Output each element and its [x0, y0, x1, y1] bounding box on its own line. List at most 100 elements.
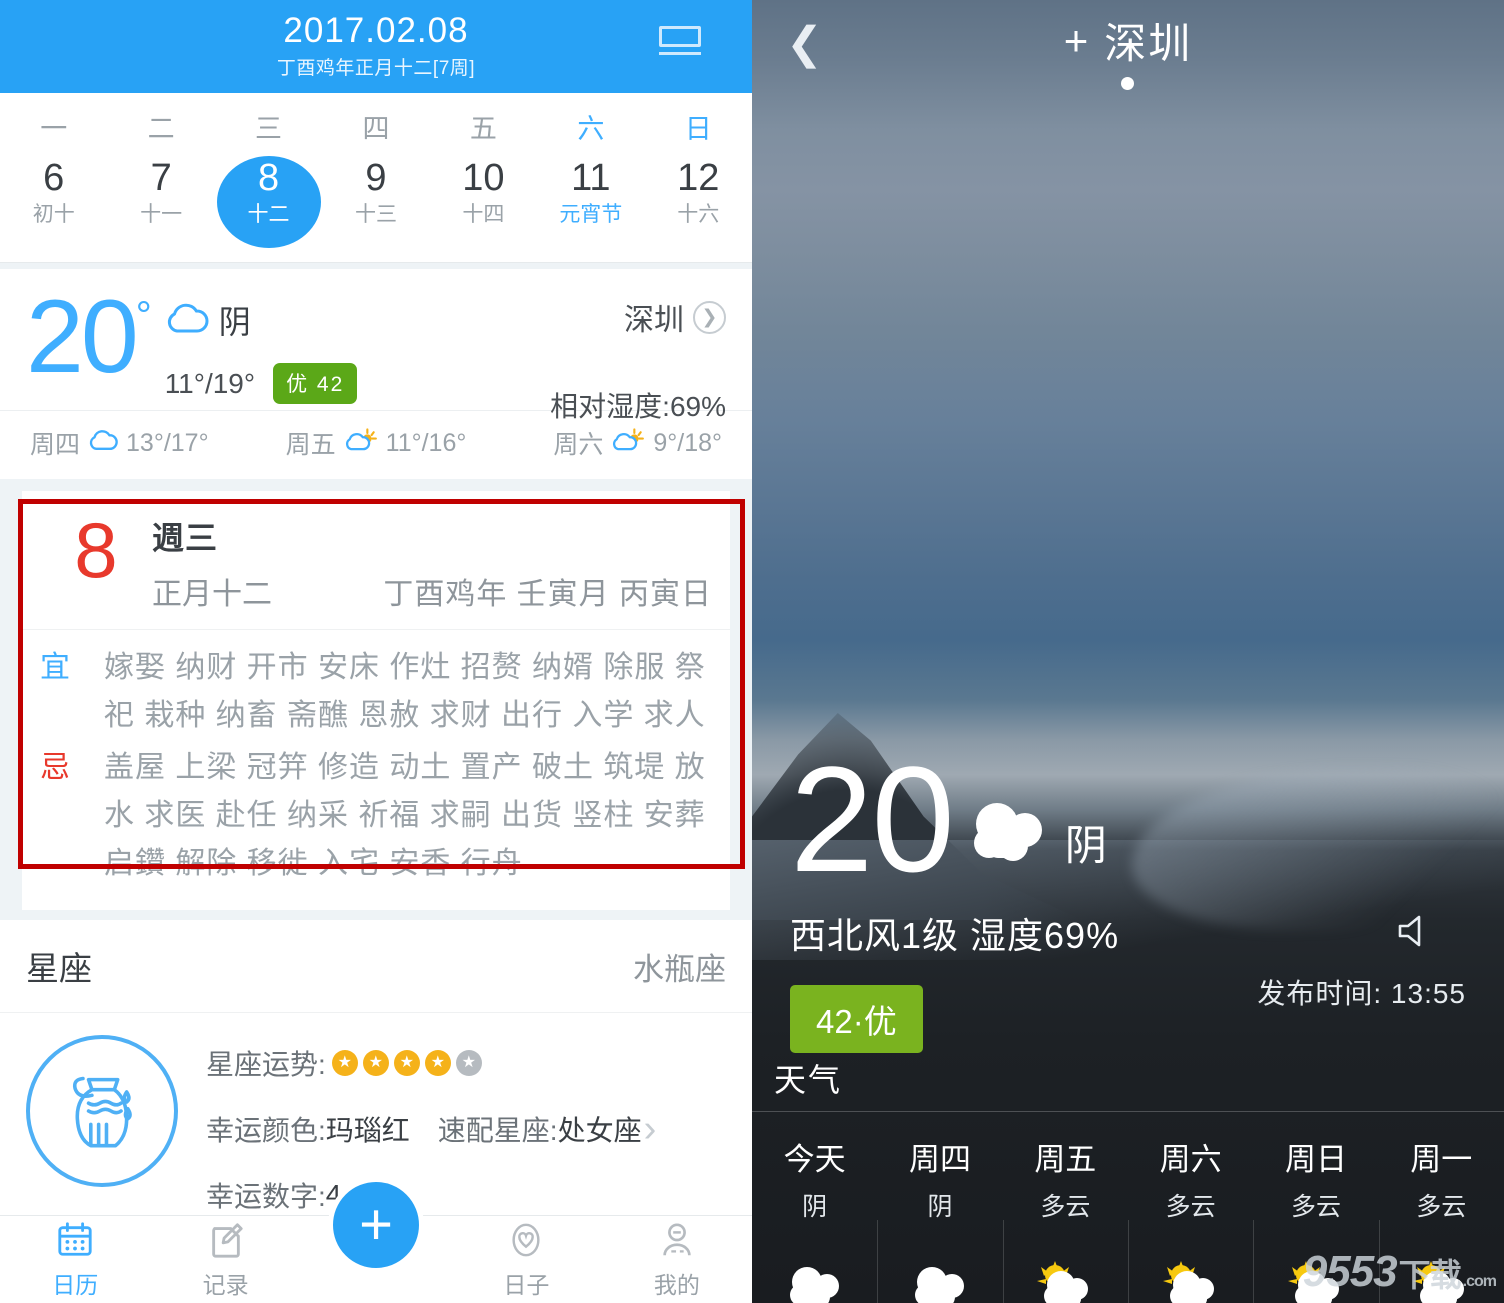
page-title: 2017.02.08	[283, 10, 469, 50]
forecast-day-name: 周一	[1410, 1142, 1473, 1177]
star-rating: ★ ★ ★ ★ ★	[331, 1050, 482, 1076]
weather-app-panel: ❮ + 深圳 20 阴 西北风1级 湿度69% 42·优 发布时间: 13:55…	[752, 0, 1504, 1303]
horoscope-fortune-row: 星座运势: ★ ★ ★ ★ ★	[206, 1043, 656, 1083]
forecast-day-name: 周日	[1284, 1142, 1347, 1177]
heart-icon	[451, 1220, 601, 1260]
almanac-day-number: 8	[74, 506, 118, 594]
day-cell[interactable]: 6 初十	[0, 156, 107, 248]
day-cell[interactable]: 7 十一	[107, 156, 214, 248]
cloudy-icon	[877, 1249, 1002, 1303]
calendar-icon	[0, 1220, 150, 1260]
weather-condition: 阴	[1064, 822, 1107, 869]
day-cell[interactable]: 12 十六	[645, 156, 752, 248]
weather-detail: 西北风1级 湿度69%	[790, 915, 1120, 956]
day-cell[interactable]: 9 十三	[322, 156, 429, 248]
lucky-color-label: 幸运颜色:	[206, 1115, 326, 1146]
cloudy-icon	[752, 1249, 877, 1303]
humidity-text: 相对湿度:69%	[550, 391, 726, 422]
forecast-day-cond: 多云	[1165, 1193, 1216, 1221]
add-event-fab-button[interactable]: +	[328, 1177, 424, 1273]
forecast-item: 周六 9°/18°	[491, 425, 722, 461]
weather-condition: 阴	[218, 304, 251, 340]
day-cell-selected[interactable]: 8 十二	[215, 156, 322, 248]
tab-mine[interactable]: 我的	[602, 1220, 752, 1300]
calendar-header: 2017.02.08 丁酉鸡年正月十二[7周]	[0, 0, 752, 93]
speaker-icon[interactable]	[1392, 910, 1434, 957]
almanac-yi-row: 宜 嫁娶 纳财 开市 安床 作灶 招赘 纳婿 除服 祭祀 栽种 纳畜 斋醮 恩赦…	[40, 644, 712, 740]
chevron-right-icon[interactable]: ❯	[693, 300, 726, 334]
watermark-sub: 下载	[1398, 1257, 1462, 1293]
weekday-label: 日	[684, 114, 712, 144]
current-weather-block: 20 阴 西北风1级 湿度69% 42·优	[790, 735, 1120, 1053]
forecast-temp: 13°/17°	[126, 428, 209, 457]
match-sign-label: 速配星座:	[437, 1115, 558, 1146]
forecast-day-cond: 多云	[1290, 1193, 1341, 1221]
forecast-day: 周五	[285, 431, 336, 459]
weekday-label: 二	[147, 114, 175, 144]
day-lunar: 十二	[247, 203, 290, 226]
forecast-day-item[interactable]: 周五 多云	[1002, 1134, 1128, 1303]
day-lunar: 初十	[32, 203, 75, 226]
star-icon-filled: ★	[362, 1050, 389, 1076]
day-lunar: 十三	[354, 203, 397, 226]
day-lunar: 十一	[140, 203, 183, 226]
fortune-label: 星座运势:	[206, 1049, 326, 1080]
horoscope-lucky-row[interactable]: 幸运颜色: 玛瑙红 速配星座: 处女座 ›	[206, 1109, 656, 1149]
weather-city-name: 深圳	[1104, 20, 1193, 67]
note-edit-icon	[150, 1220, 300, 1260]
lucky-color-value: 玛瑙红	[325, 1115, 410, 1146]
tab-calendar[interactable]: 日历	[0, 1220, 150, 1300]
site-watermark: 9553 下载 .com	[1302, 1247, 1497, 1297]
weekday-label: 四	[362, 114, 390, 144]
lucky-number-label: 幸运数字:	[206, 1181, 326, 1212]
week-days-row: 6 初十 7 十一 8 十二 9 十三 10 十四 11 元宵节 12 十六	[0, 156, 752, 248]
person-icon	[602, 1220, 752, 1260]
almanac-ji-label: 忌	[40, 751, 70, 784]
forecast-day: 周四	[30, 431, 81, 459]
forecast-day-cond: 阴	[927, 1193, 953, 1221]
day-number: 7	[150, 157, 172, 199]
current-temperature: 20°	[26, 279, 152, 395]
day-cell[interactable]: 11 元宵节	[537, 156, 644, 248]
forecast-day-cond: 阴	[802, 1193, 828, 1221]
star-icon-filled: ★	[393, 1050, 420, 1076]
chevron-left-icon[interactable]: ❮	[786, 22, 823, 66]
tab-label: 记录	[202, 1271, 249, 1298]
forecast-day-item[interactable]: 周四 阴	[877, 1134, 1002, 1303]
weekday-label: 五	[469, 114, 497, 144]
almanac-ji-items: 盖屋 上梁 冠笄 修造 动土 置产 破土 筑堤 放水 求医 赴任 纳采 祈福 求…	[104, 751, 706, 880]
day-number: 9	[365, 157, 387, 199]
cloudy-icon	[959, 798, 1057, 869]
cloudy-icon	[165, 302, 209, 339]
day-lunar: 元宵节	[559, 203, 623, 226]
tab-days[interactable]: 日子	[451, 1220, 601, 1300]
forecast-item: 周四 13°/17°	[30, 425, 261, 461]
city-name: 深圳	[624, 304, 684, 337]
weekday-header-row: 一 二 三 四 五 六 日	[0, 101, 752, 156]
almanac-section[interactable]: 8 週三 正月十二 丁酉鸡年 壬寅月 丙寅日 宜 嫁娶 纳财 开市 安床 作灶 …	[0, 491, 752, 910]
city-selector[interactable]: 深圳 ❯	[550, 295, 726, 339]
screenshot-root: 2017.02.08 丁酉鸡年正月十二[7周] 一 二 三 四 五 六 日 6 …	[0, 0, 1504, 1303]
chevron-right-icon[interactable]: ›	[644, 1110, 657, 1148]
divider	[752, 1111, 1504, 1112]
tab-records[interactable]: 记录	[150, 1220, 300, 1300]
forecast-day-item[interactable]: 周六 多云	[1127, 1134, 1253, 1303]
list-view-icon[interactable]	[659, 26, 705, 66]
weekday-label: 一	[40, 114, 68, 144]
forecast-day-item[interactable]: 今天 阴	[752, 1134, 877, 1303]
forecast-section-title: 天气	[774, 1062, 843, 1098]
day-number: 10	[462, 157, 505, 199]
day-cell[interactable]: 10 十四	[430, 156, 537, 248]
day-lunar: 十四	[462, 203, 505, 226]
weather-card[interactable]: 20° 阴 11°/19° 优 42 深圳 ❯ 相对湿度:69% 周四 13°/…	[0, 269, 752, 479]
weather-temperature: 20	[790, 735, 955, 903]
almanac-lunar-day: 正月十二	[152, 578, 272, 611]
watermark-main: 9553	[1302, 1247, 1398, 1296]
partly-sunny-icon	[611, 427, 645, 459]
forecast-day-name: 周五	[1034, 1142, 1097, 1177]
star-icon-filled: ★	[424, 1050, 451, 1076]
star-icon-filled: ★	[331, 1050, 358, 1076]
forecast-day: 周六	[553, 431, 604, 459]
weekday-label: 三	[255, 114, 283, 144]
plus-icon[interactable]: +	[1064, 19, 1089, 61]
